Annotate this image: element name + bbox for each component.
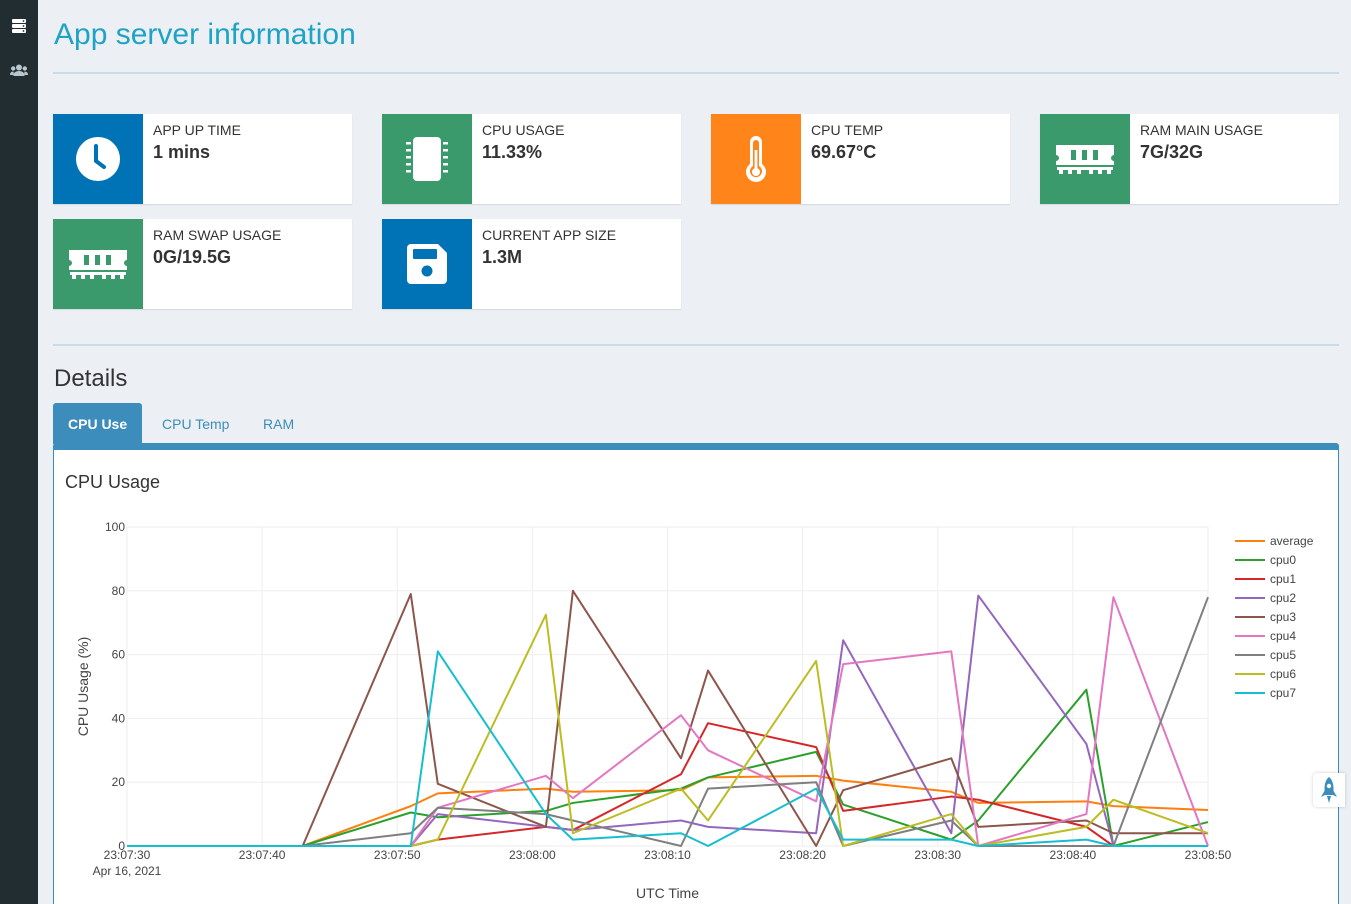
info-box-label: RAM SWAP USAGE	[153, 227, 282, 243]
legend-label-cpu7: cpu7	[1270, 686, 1296, 700]
info-box-label: CURRENT APP SIZE	[482, 227, 617, 243]
details-title: Details	[54, 365, 128, 392]
users-icon	[10, 64, 28, 76]
info-box-ram-swap: RAM SWAP USAGE 0G/19.5G	[53, 219, 352, 309]
x-tick-label: 23:08:30	[914, 848, 961, 862]
floppy-disk-icon	[407, 244, 447, 284]
x-date-label: Apr 16, 2021	[93, 864, 162, 878]
tab-bar	[53, 443, 1339, 450]
chart-panel: CPU Usage 0 20 40 60 80 100 23:07:30 23:07:40 23…	[53, 450, 1339, 904]
info-box-cpu-usage: CPU USAGE 11.33%	[382, 114, 681, 204]
legend-label-cpu6: cpu6	[1270, 667, 1296, 681]
info-icon-bg	[1040, 114, 1130, 204]
legend-label-cpu1: cpu1	[1270, 572, 1296, 586]
tab-cpu-temp[interactable]: CPU Temp	[147, 403, 244, 444]
y-tick-label: 80	[112, 584, 126, 598]
thermometer-icon	[746, 136, 766, 182]
info-box-value: 1 mins	[153, 142, 211, 162]
info-box-label: CPU USAGE	[482, 122, 565, 138]
info-icon-bg	[53, 114, 143, 204]
x-tick-label: 23:08:50	[1185, 848, 1232, 862]
cpu-usage-chart[interactable]: 02040608010023:07:30 23:07:40 23:07:50 23:0…	[54, 450, 1338, 904]
info-box-value: 0G/19.5G	[153, 247, 232, 267]
divider	[53, 344, 1339, 346]
rocket-icon	[1321, 777, 1337, 803]
sidebar-item-users[interactable]	[0, 55, 38, 85]
sidebar	[0, 0, 38, 904]
info-icon-bg	[382, 114, 472, 204]
x-tick-label: 23:07:30	[104, 848, 151, 862]
info-box-value: 69.67°C	[811, 142, 877, 162]
y-tick-label: 20	[112, 775, 126, 789]
clock-icon	[76, 137, 120, 181]
info-icon-bg	[382, 219, 472, 309]
info-box-value: 1.3M	[482, 247, 523, 267]
sidebar-item-server[interactable]	[0, 11, 38, 41]
legend-label-cpu0: cpu0	[1270, 553, 1296, 567]
info-box-cpu-temp: CPU TEMP 69.67°C	[711, 114, 1010, 204]
cpu-chip-icon	[406, 137, 448, 181]
info-box-label: APP UP TIME	[153, 122, 241, 138]
legend-label-cpu2: cpu2	[1270, 591, 1296, 605]
server-icon	[12, 19, 26, 33]
info-box-ram-main: RAM MAIN USAGE 7G/32G	[1040, 114, 1339, 204]
y-tick-label: 40	[112, 711, 126, 725]
x-tick-label: 23:08:40	[1050, 848, 1097, 862]
memory-icon	[69, 250, 127, 279]
legend-label-average: average	[1270, 534, 1314, 548]
info-box-app-size: CURRENT APP SIZE 1.3M	[382, 219, 681, 309]
x-tick-label: 23:08:20	[779, 848, 826, 862]
y-tick-label: 60	[112, 648, 126, 662]
tab-cpu-use[interactable]: CPU Use	[53, 403, 143, 444]
tab-ram[interactable]: RAM	[248, 403, 309, 444]
x-tick-label: 23:07:40	[239, 848, 286, 862]
y-tick-label: 100	[105, 520, 125, 534]
x-axis-title: UTC Time	[636, 885, 699, 901]
info-box-app-uptime: APP UP TIME 1 mins	[53, 114, 352, 204]
page-title: App server information	[54, 18, 356, 51]
info-icon-bg	[53, 219, 143, 309]
legend-label-cpu3: cpu3	[1270, 610, 1296, 624]
info-icon-bg	[711, 114, 801, 204]
info-box-value: 7G/32G	[1140, 142, 1204, 162]
info-box-label: RAM MAIN USAGE	[1140, 122, 1263, 138]
info-box-label: CPU TEMP	[811, 122, 884, 138]
x-tick-label: 23:08:00	[509, 848, 556, 862]
x-tick-label: 23:07:50	[374, 848, 421, 862]
rocket-button[interactable]	[1313, 773, 1345, 807]
x-tick-label: 23:08:10	[644, 848, 691, 862]
memory-icon	[1056, 145, 1114, 174]
info-box-value: 11.33%	[482, 142, 543, 162]
divider	[53, 72, 1339, 74]
y-axis-title: CPU Usage (%)	[75, 637, 91, 737]
legend-label-cpu4: cpu4	[1270, 629, 1296, 643]
legend-label-cpu5: cpu5	[1270, 648, 1296, 662]
